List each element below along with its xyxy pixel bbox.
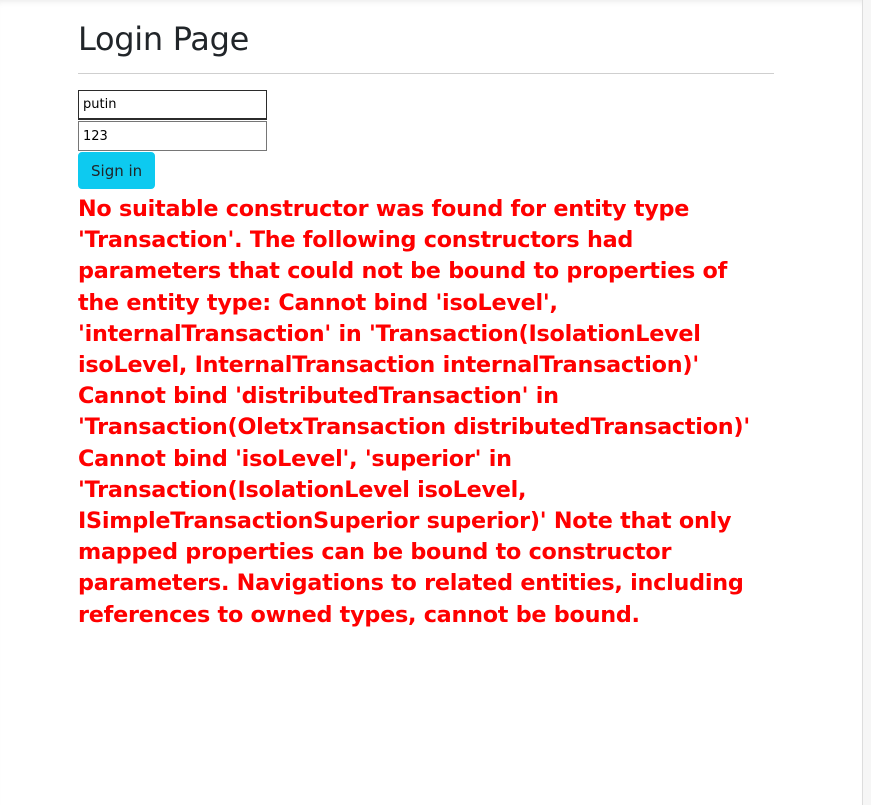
- title-divider: [78, 73, 774, 74]
- username-input[interactable]: [78, 90, 267, 120]
- login-form: Sign in: [78, 90, 774, 189]
- browser-viewport: Login Page Sign in No suitable construct…: [0, 0, 862, 805]
- error-message: No suitable constructor was found for en…: [78, 196, 750, 628]
- sign-in-button[interactable]: Sign in: [78, 152, 156, 189]
- main-container: Login Page Sign in No suitable construct…: [78, 18, 774, 631]
- vertical-scrollbar[interactable]: [862, 0, 871, 805]
- page-title: Login Page: [78, 20, 249, 58]
- password-input[interactable]: [78, 121, 267, 151]
